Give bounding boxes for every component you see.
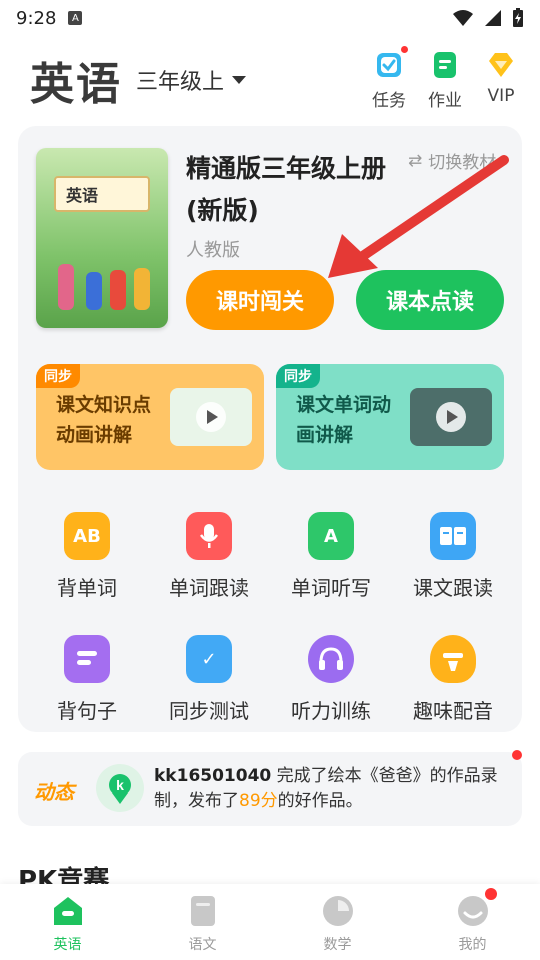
home-icon bbox=[50, 894, 86, 928]
feature-listening[interactable]: 听力训练 bbox=[270, 635, 392, 724]
feature-label: 背句子 bbox=[57, 699, 117, 723]
cover-figure bbox=[134, 268, 150, 310]
feature-label: 单词跟读 bbox=[169, 576, 249, 600]
book-cover-title: 英语 bbox=[54, 176, 150, 212]
feature-memorize-sentences[interactable]: 背句子 bbox=[26, 635, 148, 724]
tab-english[interactable]: 英语 bbox=[0, 884, 135, 960]
feature-label: 背单词 bbox=[57, 576, 117, 600]
feature-label: 听力训练 bbox=[291, 699, 371, 723]
feature-word-follow-read[interactable]: 单词跟读 bbox=[148, 512, 270, 601]
play-icon bbox=[436, 402, 466, 432]
activity-message-end: 的好作品。 bbox=[277, 791, 363, 811]
svg-text:k: k bbox=[116, 777, 124, 793]
activity-score: 89分 bbox=[239, 791, 278, 811]
status-time: 9:28 bbox=[16, 7, 57, 29]
notification-dot bbox=[512, 750, 522, 760]
video-thumbnail bbox=[170, 388, 252, 446]
top-header: 英语 三年级上 任务 作业 VIP bbox=[30, 45, 520, 112]
sentence-icon bbox=[64, 635, 110, 683]
caret-down-icon bbox=[232, 76, 247, 84]
battery-icon bbox=[513, 8, 523, 27]
headphones-icon bbox=[308, 635, 354, 683]
cover-figure bbox=[86, 272, 102, 310]
pie-icon bbox=[320, 894, 356, 928]
textbook-card: 英语 精通版三年级上册(新版) ⇄ 切换教材 人教版 课时闯关 课本点读 同步 … bbox=[18, 126, 522, 732]
feature-dubbing[interactable]: 趣味配音 bbox=[392, 635, 514, 724]
publisher-label: 人教版 bbox=[186, 240, 240, 261]
smile-icon bbox=[455, 888, 497, 928]
feature-label: 课文跟读 bbox=[413, 576, 493, 600]
vip-label: VIP bbox=[487, 85, 515, 106]
grade-label: 三年级上 bbox=[136, 70, 225, 95]
task-button[interactable]: 任务 bbox=[370, 45, 408, 111]
feature-text-follow-read[interactable]: 课文跟读 bbox=[392, 512, 514, 601]
activity-text: kk16501040 完成了绘本《爸爸》的作品录制，发布了89分的好作品。 bbox=[154, 764, 504, 814]
feature-label: 趣味配音 bbox=[413, 699, 493, 723]
video-thumbnail bbox=[410, 388, 492, 446]
feature-grid: AB 背单词 单词跟读 A 单词听写 课文跟读 背句子 ✓ 同步测试 听力训练 … bbox=[26, 512, 514, 724]
status-icons bbox=[452, 8, 524, 28]
microphone-icon bbox=[186, 512, 232, 560]
vip-button[interactable]: VIP bbox=[482, 50, 520, 111]
homework-button[interactable]: 作业 bbox=[426, 50, 464, 111]
homework-icon bbox=[430, 50, 460, 80]
sync-tag: 同步 bbox=[276, 364, 320, 388]
video-card-title: 课文单词动画讲解 bbox=[296, 394, 392, 446]
header-actions: 任务 作业 VIP bbox=[370, 45, 520, 111]
wifi-icon bbox=[453, 10, 473, 26]
tab-label: 语文 bbox=[188, 937, 217, 953]
tab-label: 我的 bbox=[458, 937, 487, 953]
activity-feed[interactable]: 动态 k kk16501040 完成了绘本《爸爸》的作品录制，发布了89分的好作… bbox=[18, 750, 522, 826]
feature-memorize-words[interactable]: AB 背单词 bbox=[26, 512, 148, 601]
lamp-icon bbox=[430, 635, 476, 683]
task-label: 任务 bbox=[372, 90, 406, 111]
book-cover[interactable]: 英语 bbox=[36, 148, 168, 328]
activity-label: 动态 bbox=[34, 780, 74, 804]
video-card-words[interactable]: 同步 课文单词动画讲解 bbox=[276, 364, 504, 470]
book-icon bbox=[185, 894, 221, 928]
tab-label: 数学 bbox=[323, 937, 352, 953]
play-icon bbox=[196, 402, 226, 432]
cover-figure bbox=[58, 264, 74, 310]
subject-title: 英语 bbox=[30, 59, 122, 110]
activity-user: kk16501040 bbox=[154, 766, 272, 786]
tab-label: 英语 bbox=[53, 937, 82, 953]
task-icon bbox=[374, 45, 408, 80]
profile-notification-dot bbox=[484, 888, 497, 900]
bottom-navigation: 英语 语文 数学 我的 bbox=[0, 884, 540, 960]
tab-chinese[interactable]: 语文 bbox=[135, 884, 270, 960]
tab-profile[interactable]: 我的 bbox=[405, 884, 540, 960]
diamond-icon bbox=[486, 50, 516, 80]
video-card-title: 课文知识点动画讲解 bbox=[56, 394, 152, 446]
signal-icon bbox=[485, 10, 501, 26]
ab-icon: AB bbox=[64, 512, 110, 560]
tab-math[interactable]: 数学 bbox=[270, 884, 405, 960]
task-notification-dot bbox=[401, 45, 408, 53]
clipboard-icon: ✓ bbox=[186, 635, 232, 683]
sync-tag: 同步 bbox=[36, 364, 80, 388]
app-screen: 9:28 A 英语 三年级上 任务 作业 VIP 英语 精通版三年级上册(新版)… bbox=[0, 0, 540, 960]
red-arrow-annotation bbox=[328, 155, 509, 278]
feature-label: 单词听写 bbox=[291, 576, 371, 600]
homework-label: 作业 bbox=[428, 90, 462, 111]
video-card-knowledge[interactable]: 同步 课文知识点动画讲解 bbox=[36, 364, 264, 470]
book-icon bbox=[430, 512, 476, 560]
feature-sync-test[interactable]: ✓ 同步测试 bbox=[148, 635, 270, 724]
status-bar: 9:28 A bbox=[0, 0, 540, 36]
feature-word-dictation[interactable]: A 单词听写 bbox=[270, 512, 392, 601]
pen-icon: A bbox=[308, 512, 354, 560]
app-notification-icon: A bbox=[68, 11, 83, 25]
feature-label: 同步测试 bbox=[169, 699, 249, 723]
cover-figure bbox=[110, 270, 126, 310]
grade-selector[interactable]: 三年级上 bbox=[136, 64, 247, 96]
user-avatar-icon: k bbox=[96, 764, 144, 812]
